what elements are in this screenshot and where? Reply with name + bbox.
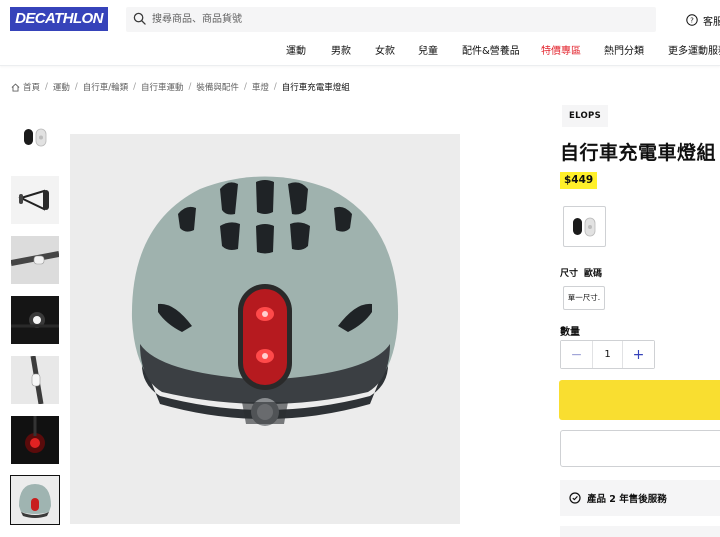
nav-item-sale[interactable]: 特價專區 [541,44,581,60]
red-light-image [11,416,59,464]
warranty-badge-icon [569,492,581,504]
add-to-cart-button[interactable] [559,380,720,420]
thumbnail-6[interactable] [11,416,59,464]
search-icon [133,12,146,25]
customer-service-link[interactable]: ? 客服 [686,12,720,28]
thumbnail-3[interactable] [11,236,59,284]
breadcrumb-separator: / [133,82,137,92]
quantity-decrease-button[interactable]: − [561,341,592,368]
helmet-with-rear-light-image [70,134,460,524]
search-bar[interactable] [126,7,656,32]
breadcrumb-home[interactable]: 首頁 [23,81,40,93]
thumbnail-2[interactable] [11,176,59,224]
quantity-increase-button[interactable]: + [623,341,654,368]
breadcrumb-lights[interactable]: 車燈 [252,81,269,93]
nav-item-kids[interactable]: 兒童 [418,44,438,60]
help-label: 客服 [703,16,720,28]
main-product-image[interactable] [70,134,460,524]
warranty-panel[interactable]: 產品 2 年售後服務 [560,480,720,516]
nav-item-more-services[interactable]: 更多運動服務 [668,44,720,60]
price-tag: $449 [560,172,598,189]
secondary-action-button[interactable] [560,430,720,467]
breadcrumb-sports[interactable]: 運動 [53,81,70,93]
help-circle-icon: ? [686,14,698,26]
breadcrumb-cycling-wheels[interactable]: 自行車/輪類 [83,81,128,93]
search-input[interactable] [150,7,630,32]
helmet-thumbnail-image [11,476,59,524]
breadcrumb-current: 自行車充電車燈組 [281,83,350,93]
mount-image [11,176,59,224]
size-option-button[interactable]: 單一尺寸. [563,286,605,310]
thumbnail-7-selected[interactable] [10,475,60,525]
size-guide-link[interactable]: 歐碼 [584,269,602,279]
nav-item-popular[interactable]: 熱門分類 [604,44,644,60]
decathlon-logo[interactable]: DECATHLON [10,7,108,31]
brand-label[interactable]: ELOPS [562,105,608,127]
light-pair-image [24,128,47,147]
nav-item-sports[interactable]: 運動 [286,44,306,60]
night-light-image [11,296,59,344]
quantity-stepper: − 1 + [560,340,655,369]
main-nav: 運動 男款 女款 兒童 配件&營養品 特價專區 熱門分類 更多運動服務 [0,44,720,62]
svg-text:?: ? [690,17,694,25]
breadcrumb-separator: / [74,82,78,92]
nav-item-men[interactable]: 男款 [331,44,351,60]
thumbnail-1[interactable] [11,116,59,164]
thumbnail-5[interactable] [11,356,59,404]
breadcrumb-separator: / [243,82,247,92]
nav-item-accessories[interactable]: 配件&營養品 [462,44,520,60]
breadcrumb: 首頁 / 運動 / 自行車/輪類 / 自行車運動 / 裝備與配件 / 車燈 / … [11,80,350,94]
breadcrumb-separator: / [273,82,277,92]
size-label: 尺寸 歐碼 [560,266,602,279]
thumbnail-4[interactable] [11,296,59,344]
site-header: DECATHLON ? 客服 運動 男款 女款 兒童 配件&營養品 特價專區 熱… [0,0,720,66]
seatpost-image [11,356,59,404]
breadcrumb-cycling[interactable]: 自行車運動 [141,81,184,93]
breadcrumb-separator: / [188,82,192,92]
color-variant-swatch[interactable] [563,206,606,247]
handlebar-image [11,236,59,284]
nav-item-women[interactable]: 女款 [375,44,395,60]
warranty-text: 產品 2 年售後服務 [587,494,667,505]
info-panel[interactable] [560,526,720,537]
breadcrumb-gear[interactable]: 裝備與配件 [196,81,239,93]
variant-light-pair-image [573,217,596,237]
home-icon [11,82,20,92]
quantity-value[interactable]: 1 [592,341,623,368]
breadcrumb-separator: / [45,82,48,92]
quantity-label: 數量 [560,327,580,338]
product-title: 自行車充電車燈組 [560,142,717,164]
size-label-text: 尺寸 [560,269,579,279]
